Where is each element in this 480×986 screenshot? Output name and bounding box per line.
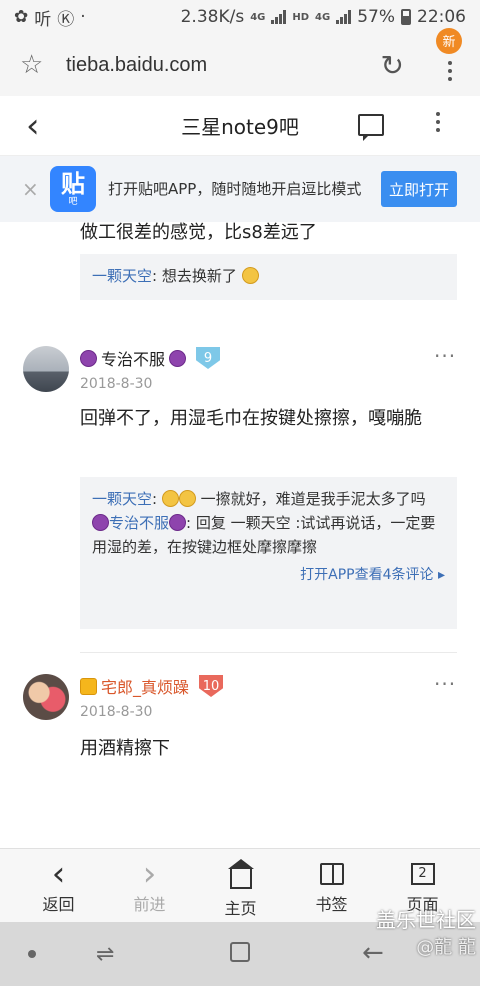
post-body: 用酒精擦下 bbox=[80, 738, 170, 759]
battery-percent: 57% bbox=[357, 7, 395, 27]
reply-line: 专治不服: 回复 一颗天空 :试试再说话，一定要用湿的差，在按键边框处摩擦摩擦 bbox=[92, 511, 445, 559]
devil-emoji-icon bbox=[92, 514, 109, 531]
smile-emoji-icon bbox=[241, 267, 259, 284]
url-field[interactable]: tieba.baidu.com bbox=[66, 54, 207, 77]
page-title: 三星note9吧 bbox=[181, 115, 299, 139]
browser-url-bar: ☆ tieba.baidu.com ↻ 新 bbox=[0, 27, 480, 96]
close-icon[interactable]: × bbox=[22, 177, 40, 201]
nav-label: 书签 bbox=[315, 895, 348, 914]
nav-label: 主页 bbox=[224, 899, 257, 918]
author-name: 专治不服 bbox=[101, 350, 166, 369]
post-date: 2018-8-30 bbox=[80, 376, 153, 392]
bookmark-book-icon bbox=[319, 863, 344, 885]
reply-block: 一颗天空: 一擦就好，难道是我手泥太多了吗 专治不服: 回复 一颗天空 :试试再… bbox=[80, 477, 457, 629]
home-icon bbox=[227, 859, 254, 889]
bookmark-star-icon[interactable]: ☆ bbox=[20, 50, 50, 80]
network-speed: 2.38K/s bbox=[180, 7, 245, 27]
nav-label: 前进 bbox=[133, 895, 166, 914]
status-right: 2.38K/s 4G HD 4G 57% 22:06 bbox=[181, 7, 466, 27]
nav-home-button[interactable]: 主页 bbox=[195, 849, 286, 922]
avatar[interactable] bbox=[23, 346, 69, 392]
battery-icon bbox=[401, 9, 411, 25]
hd-indicator: HD bbox=[292, 11, 310, 23]
message-icon[interactable] bbox=[358, 114, 384, 141]
reply-username[interactable]: 专治不服 bbox=[109, 514, 169, 532]
devil-emoji-icon bbox=[80, 349, 97, 367]
app-notification-icon: ✿ bbox=[14, 7, 29, 27]
devil-emoji-icon bbox=[169, 349, 187, 367]
banner-text: 打开贴吧APP，随时随地开启逗比模式 bbox=[108, 180, 362, 198]
laugh-emoji-icon bbox=[161, 490, 179, 507]
crown-emoji-icon bbox=[80, 677, 97, 695]
post-date: 2018-8-30 bbox=[80, 704, 153, 720]
k-app-icon: Ⓚ bbox=[57, 9, 75, 30]
more-vertical-icon[interactable] bbox=[436, 112, 440, 132]
tieba-logo-main: 贴 bbox=[61, 169, 85, 198]
open-app-button[interactable]: 立即打开 bbox=[381, 171, 457, 207]
watermark-line1: 盖乐世社区 bbox=[376, 908, 476, 932]
devil-emoji-icon bbox=[169, 514, 187, 531]
more-vertical-icon bbox=[448, 60, 452, 81]
post-body: 回弹不了，用湿毛巾在按键处擦擦，嘎嘣脆 bbox=[80, 408, 422, 429]
reply-username[interactable]: 一颗天空 bbox=[92, 267, 152, 285]
signal-icon-2 bbox=[336, 10, 352, 24]
signal-icon bbox=[271, 10, 287, 24]
post-author[interactable]: 专治不服 9 bbox=[80, 346, 221, 370]
divider bbox=[80, 652, 457, 653]
page-header: ‹ 三星note9吧 bbox=[0, 96, 480, 156]
author-name: 宅郎_真烦躁 bbox=[101, 678, 190, 697]
nav-back-button[interactable]: ‹ 返回 bbox=[13, 849, 104, 922]
nav-forward-button[interactable]: › 前进 bbox=[104, 849, 195, 922]
laugh-emoji-icon bbox=[178, 490, 196, 507]
recent-apps-icon[interactable]: ⇌ bbox=[96, 942, 114, 967]
app-download-banner: × 贴 吧 打开贴吧APP，随时随地开启逗比模式 立即打开 bbox=[0, 156, 480, 222]
clock: 22:06 bbox=[417, 7, 466, 27]
tieba-logo: 贴 吧 bbox=[50, 166, 96, 212]
4g-indicator: 4G bbox=[250, 11, 266, 23]
status-dot: · bbox=[80, 7, 86, 27]
watermark-line2: @龍 龍 bbox=[416, 937, 476, 958]
previous-post-text: 做工很差的感觉，比s8差远了 bbox=[80, 222, 317, 243]
new-badge: 新 bbox=[436, 27, 462, 54]
avatar[interactable] bbox=[23, 674, 69, 720]
reply-text: 一擦就好，难道是我手泥太多了吗 bbox=[195, 490, 426, 508]
view-more-comments-link[interactable]: 打开APP查看4条评论 ▸ bbox=[92, 563, 445, 587]
reply-text: : 想去换新了 bbox=[152, 267, 237, 285]
forward-arrow-icon: › bbox=[142, 854, 157, 894]
back-icon[interactable]: ‹ bbox=[26, 106, 56, 146]
nav-dot-icon[interactable] bbox=[28, 950, 36, 958]
nav-label: 返回 bbox=[42, 895, 75, 914]
tieba-logo-sub: 吧 bbox=[68, 196, 78, 207]
watermark: 盖乐世社区 @龍 龍 bbox=[352, 906, 476, 962]
4g-indicator-2: 4G bbox=[315, 11, 331, 23]
reply-username[interactable]: 一颗天空 bbox=[92, 490, 152, 508]
post-author[interactable]: 宅郎_真烦躁 10 bbox=[80, 674, 224, 698]
more-horizontal-icon[interactable]: ··· bbox=[434, 344, 456, 368]
thread-content: 做工很差的感觉，比s8差远了 一颗天空: 想去换新了 专治不服 9 2018-8… bbox=[0, 222, 480, 848]
status-left: ✿ 听 Ⓚ · bbox=[14, 5, 86, 30]
listen-app-icon: 听 bbox=[34, 9, 52, 30]
browser-menu-button[interactable]: 新 bbox=[436, 27, 462, 81]
pages-count-icon: 2 bbox=[410, 863, 435, 885]
back-arrow-icon: ‹ bbox=[51, 854, 66, 894]
more-horizontal-icon[interactable]: ··· bbox=[434, 672, 456, 696]
reload-icon[interactable]: ↻ bbox=[381, 49, 404, 82]
level-badge: 10 bbox=[199, 675, 224, 697]
reply-line: 一颗天空: 一擦就好，难道是我手泥太多了吗 bbox=[92, 490, 426, 508]
level-badge: 9 bbox=[196, 347, 221, 369]
home-button-icon[interactable] bbox=[230, 942, 250, 962]
status-bar: ✿ 听 Ⓚ · 2.38K/s 4G HD 4G 57% 22:06 bbox=[0, 0, 480, 34]
reply-block: 一颗天空: 想去换新了 bbox=[80, 254, 457, 300]
